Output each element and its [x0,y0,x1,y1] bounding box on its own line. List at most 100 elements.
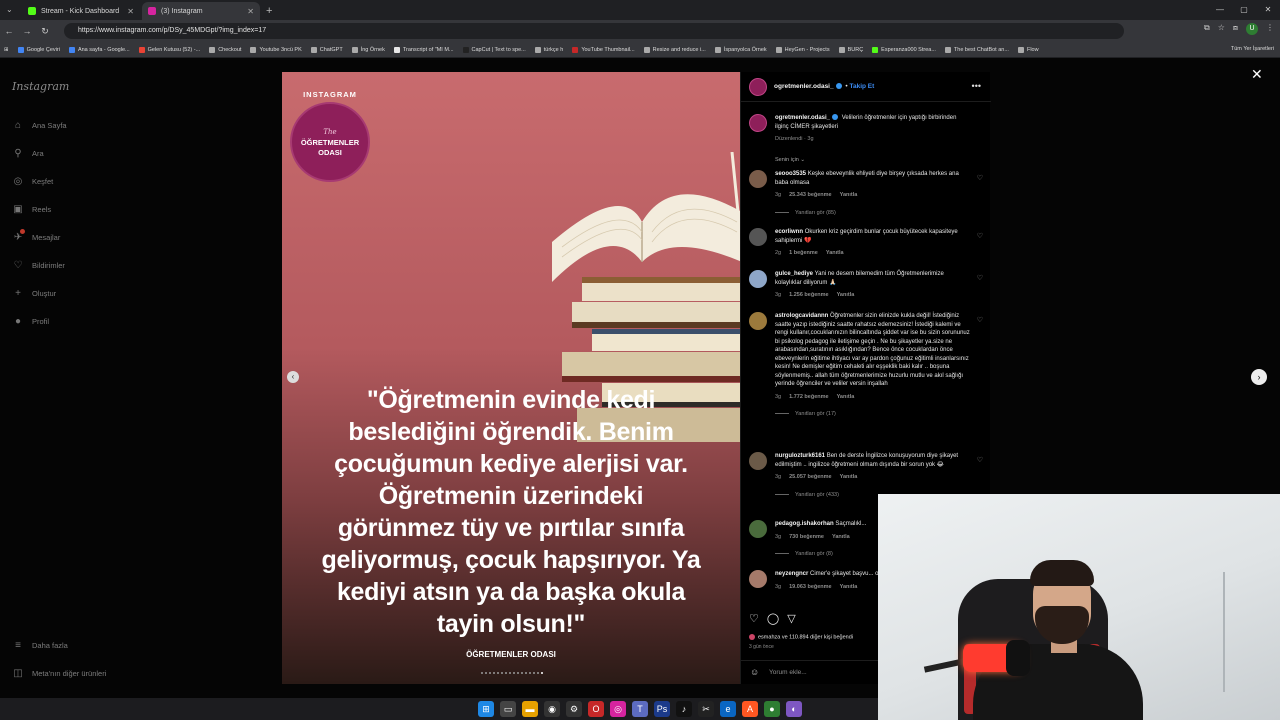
comment-likes[interactable]: 1.772 beğenme [789,394,828,400]
bookmark-item[interactable]: ChatGPT [310,46,343,53]
bookmark-item[interactable]: türkçe h [534,46,563,53]
share-icon[interactable]: ▽ [787,612,795,625]
sort-dropdown[interactable]: Senin için [775,157,799,163]
bookmark-star-icon[interactable]: ☆ [1218,23,1225,35]
close-tab-icon[interactable]: ✕ [247,7,254,16]
new-tab-button[interactable]: + [266,5,272,17]
bookmark-item[interactable]: The best ChatBot an... [944,46,1009,53]
cast-icon[interactable]: ⧉ [1204,23,1210,35]
reply-button[interactable]: Yanıtla [837,292,855,298]
sidebar-item-profil[interactable]: ● Profil [12,316,49,327]
comment-username[interactable]: ecorliwnn [775,229,803,235]
reply-button[interactable]: Yanıtla [826,250,844,256]
tiktok-icon[interactable]: ♪ [676,701,692,717]
teams-icon[interactable]: T [632,701,648,717]
apps-icon[interactable]: ⊞ [4,47,9,53]
comment-username[interactable]: pedagog.ishakorhan [775,521,834,527]
author-avatar[interactable] [749,78,767,96]
close-window-icon[interactable]: ✕ [1256,0,1280,20]
back-icon[interactable]: ← [0,26,18,36]
comment-likes[interactable]: 1 beğenme [789,250,818,256]
bookmark-item[interactable]: Gelen Kutusu (52) -... [138,46,200,53]
more-options-icon[interactable]: ••• [972,81,981,91]
bookmark-item[interactable]: Ana sayfa - Google... [68,46,130,53]
more-menu[interactable]: ≡ Daha fazla [12,640,68,651]
tab-kick-dashboard[interactable]: Stream - Kick Dashboard ✕ [22,2,140,20]
sidebar-item-oluştur[interactable]: + Oluştur [12,288,56,299]
view-replies-button[interactable]: Yanıtları gör (85) [775,209,971,218]
comment-username[interactable]: seooo3535 [775,171,806,177]
comment-username[interactable]: neyzengncr [775,571,808,577]
commenter-avatar[interactable] [749,228,767,246]
task-view-icon[interactable]: ▭ [500,701,516,717]
tab-search-icon[interactable]: ⌄ [6,5,13,14]
file-explorer-icon[interactable]: ▬ [522,701,538,717]
all-bookmarks[interactable]: Tüm Yer İşaretleri [1231,46,1274,52]
address-bar[interactable]: https://www.instagram.com/p/DSy_45MDGpt/… [64,23,1124,39]
opera-icon[interactable]: O [588,701,604,717]
menu-icon[interactable]: ⋮ [1266,23,1274,35]
reply-button[interactable]: Yanıtla [832,534,850,540]
bookmark-item[interactable]: CapCut | Text to spe... [462,46,526,53]
comment-like-icon[interactable]: ♡ [977,274,983,282]
chrome-alt-icon[interactable]: ● [764,701,780,717]
settings-icon[interactable]: ⚙ [566,701,582,717]
comment-likes[interactable]: 25.057 beğenme [789,474,832,480]
sidebar-item-ara[interactable]: ⚲ Ara [12,148,43,159]
likes-summary[interactable]: esmahza ve 110.894 diğer kişi beğendi [749,634,853,640]
reload-icon[interactable]: ↻ [36,26,54,37]
sidebar-item-mesajlar[interactable]: ✈ Mesajlar [12,229,60,243]
close-modal-icon[interactable]: ✕ [1251,66,1263,83]
tab-instagram[interactable]: (3) Instagram ✕ [142,2,260,20]
obs-icon[interactable]: ◐ [786,701,802,717]
comment-username[interactable]: gulce_hediye [775,271,813,277]
sidebar-item-ana-sayfa[interactable]: ⌂ Ana Sayfa [12,120,67,131]
commenter-avatar[interactable] [749,170,767,188]
comment-like-icon[interactable]: ♡ [977,174,983,182]
comment-username[interactable]: astrologcavidannn [775,313,828,319]
bookmark-item[interactable]: Youtube 3ncü PK [250,46,302,53]
edge-icon[interactable]: e [720,701,736,717]
windows-start-icon[interactable]: ⊞ [478,701,494,717]
commenter-avatar[interactable] [749,312,767,330]
add-comment-input[interactable]: Yorum ekle... [769,669,807,676]
bookmark-item[interactable]: Resize and reduce i... [643,46,706,53]
profile-avatar[interactable]: U [1246,23,1258,35]
like-icon[interactable]: ♡ [749,612,759,625]
comment-like-icon[interactable]: ♡ [977,456,983,464]
minimize-icon[interactable]: — [1208,0,1232,20]
bookmark-item[interactable]: YouTube Thumbnail... [572,46,635,53]
sidebar-item-keşfet[interactable]: ◎ Keşfet [12,176,54,187]
previous-image-button[interactable]: ‹ [287,371,299,383]
bookmark-item[interactable]: Transcript of "MI M... [393,46,454,53]
bookmark-item[interactable]: İspanyolca Örnek [714,46,767,53]
comment-like-icon[interactable]: ♡ [977,316,983,324]
maximize-icon[interactable]: ▢ [1232,0,1256,20]
commenter-avatar[interactable] [749,270,767,288]
bookmark-item[interactable]: HeyGen - Projects [775,46,830,53]
app-icon[interactable]: A [742,701,758,717]
next-post-button[interactable]: › [1251,369,1267,385]
meta-products[interactable]: ◫ Meta'nın diğer ürünleri [12,668,106,679]
instagram-logo[interactable]: Instagram [12,80,69,93]
view-replies-button[interactable]: Yanıtları gör (17) [775,410,971,419]
commenter-avatar[interactable] [749,570,767,588]
instagram-app-icon[interactable]: ◎ [610,701,626,717]
author-username[interactable]: ogretmenler.odasi_ [774,83,834,90]
bookmark-item[interactable]: Esperanza000 Strea... [872,46,936,53]
close-tab-icon[interactable]: ✕ [127,7,134,16]
reply-button[interactable]: Yanıtla [840,584,858,590]
bookmark-item[interactable]: Flow [1017,46,1039,53]
bookmark-item[interactable]: BURÇ [838,46,863,53]
caption-avatar[interactable] [749,114,767,132]
follow-button[interactable]: Takip Et [850,83,875,90]
reply-button[interactable]: Yanıtla [840,192,858,198]
forward-icon[interactable]: → [18,26,36,36]
comment-icon[interactable]: ◯ [767,612,779,625]
reply-button[interactable]: Yanıtla [837,394,855,400]
comment-like-icon[interactable]: ♡ [977,232,983,240]
post-image[interactable]: INSTAGRAM The ÖĞRETMENLER ODASI "Öğretme [282,72,740,684]
sidebar-item-reels[interactable]: ▣ Reels [12,204,51,215]
bookmark-item[interactable]: Google Çeviri [17,46,60,53]
emoji-icon[interactable]: ☺ [750,667,759,677]
